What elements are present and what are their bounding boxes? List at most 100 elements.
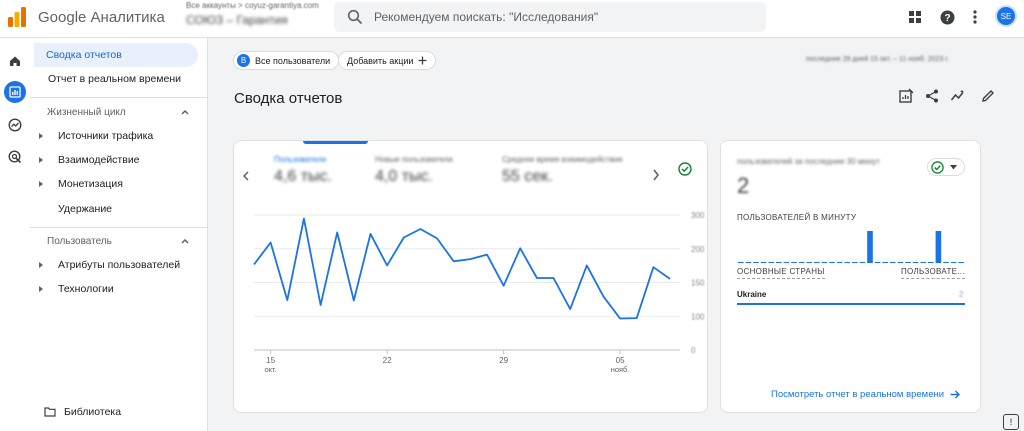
per-minute-bar (897, 262, 904, 263)
nav-item-engagement[interactable]: Взаимодействие (58, 154, 140, 166)
per-minute-bar (806, 262, 812, 263)
library-label: Библиотека (64, 406, 122, 418)
left-rail (0, 38, 30, 431)
country-name: Ukraine (737, 290, 767, 299)
users-line-chart: 300 200 150 100 0 15окт. 22 29 05нояб. (253, 211, 705, 374)
per-minute-bar (852, 262, 858, 263)
account-avatar[interactable]: SE (995, 5, 1017, 27)
x-tick-day: 05 (616, 356, 625, 365)
insights-icon[interactable] (950, 88, 966, 104)
per-minute-bar (814, 262, 820, 263)
realtime-metric-selector[interactable] (927, 158, 965, 176)
segment-label: Все пользователи (255, 55, 331, 66)
expand-arrow-icon[interactable] (39, 133, 43, 139)
per-minute-bar (836, 262, 843, 263)
per-minute-bar (776, 262, 782, 263)
nav-divider (30, 227, 208, 228)
y-tick-label: 100 (691, 312, 705, 321)
home-icon[interactable] (4, 50, 26, 72)
overview-chart-card: Пользователи 4,6 тыс. Новые пользователи… (233, 140, 708, 413)
help-icon[interactable]: ? (938, 8, 956, 26)
main-content: B Все пользователи Добавить акции послед… (208, 38, 1024, 431)
per-minute-bar (867, 231, 873, 263)
share-icon[interactable] (924, 88, 940, 104)
folder-icon (44, 407, 56, 417)
per-minute-bar (958, 262, 964, 263)
segment-chip[interactable]: B Все пользователи (233, 51, 340, 70)
nav-divider (30, 97, 208, 98)
reports-icon[interactable] (4, 81, 26, 103)
nav-item-library[interactable]: Библиотека (44, 406, 121, 418)
app-name: Google Аналитика (38, 9, 165, 26)
plus-icon (418, 56, 427, 65)
customize-report-icon[interactable] (898, 88, 914, 104)
nav-item-retention[interactable]: Удержание (58, 203, 112, 215)
feedback-icon[interactable]: ! (1003, 414, 1019, 430)
per-minute-bar (783, 262, 790, 263)
search-icon (347, 9, 363, 25)
apps-grid-icon[interactable] (906, 8, 924, 26)
series-line-users (253, 217, 671, 320)
page-title: Сводка отчетов (234, 90, 343, 107)
date-range-picker[interactable]: последние 28 дней 15 окт. – 11 нояб. 202… (806, 56, 949, 63)
nav-item-reports-snapshot[interactable]: Сводка отчетов (34, 43, 198, 67)
view-realtime-link[interactable]: Посмотреть отчет в реальном времени (771, 389, 961, 400)
advertising-icon[interactable] (4, 146, 26, 168)
nav-section-lifecycle[interactable]: Жизненный цикл (47, 107, 126, 118)
nav-item-tech[interactable]: Технологии (58, 283, 114, 295)
nav-item-realtime[interactable]: Отчет в реальном времени (36, 67, 200, 91)
per-minute-bar (950, 262, 957, 263)
col-header-countries[interactable]: ОСНОВНЫЕ СТРАНЫ (737, 267, 825, 279)
nav-item-acquisition[interactable]: Источники трафика (58, 130, 153, 142)
per-minute-bar (829, 262, 835, 263)
check-circle-icon (931, 160, 944, 174)
y-tick-label: 150 (691, 279, 705, 288)
more-vert-icon[interactable] (966, 8, 984, 26)
per-minute-bar (943, 262, 949, 263)
nav-item-user-attributes[interactable]: Атрибуты пользователей (58, 259, 180, 271)
per-minute-bar (874, 262, 881, 263)
nav-item-label: Сводка отчетов (46, 49, 122, 61)
search-bar[interactable]: Рекомендуем поискать: "Исследования" (334, 2, 766, 32)
y-tick-label: 300 (691, 211, 705, 220)
x-tick-day: 15 (266, 356, 275, 365)
nav-section-user[interactable]: Пользователь (47, 236, 112, 247)
realtime-card: пользователей за последние 30 минут 2 ПО… (720, 140, 981, 413)
add-comparison-label: Добавить акции (347, 55, 414, 66)
per-minute-bar (905, 262, 911, 263)
x-tick-day: 29 (499, 356, 508, 365)
per-minute-bar (768, 262, 774, 263)
search-placeholder: Рекомендуем поискать: "Исследования" (374, 10, 599, 24)
per-minute-bar (928, 262, 934, 263)
y-tick-label: 200 (691, 245, 705, 254)
expand-arrow-icon[interactable] (39, 181, 43, 187)
per-minute-bar (890, 262, 896, 263)
per-minute-bar (753, 262, 759, 263)
y-tick-label: 0 (691, 346, 696, 355)
report-nav: Сводка отчетов Отчет в реальном времени … (30, 38, 208, 431)
expand-arrow-icon[interactable] (39, 286, 43, 292)
nav-item-monetization[interactable]: Монетизация (58, 178, 123, 190)
x-tick-day: 22 (383, 356, 392, 365)
chevron-up-icon[interactable] (180, 236, 190, 246)
per-minute-bar (798, 262, 805, 263)
svg-text:?: ? (944, 13, 950, 24)
expand-arrow-icon[interactable] (39, 157, 43, 163)
col-header-users[interactable]: ПОЛЬЗОВАТЕ... (901, 267, 965, 279)
explore-icon[interactable] (4, 114, 26, 136)
per-minute-bar (760, 262, 767, 263)
edit-icon[interactable] (980, 88, 996, 104)
per-minute-bar (882, 262, 888, 263)
account-path[interactable]: Все аккаунты > coyuz-garantiya.com (186, 1, 319, 10)
top-bar: Google Аналитика Все аккаунты > coyuz-ga… (0, 0, 1024, 38)
add-comparison-button[interactable]: Добавить акции (338, 51, 437, 70)
per-minute-bar (821, 262, 828, 263)
arrow-right-icon (950, 390, 961, 399)
expand-arrow-icon[interactable] (39, 262, 43, 268)
property-selector[interactable]: СОЮЗ – Гарантия (186, 13, 288, 27)
view-realtime-label: Посмотреть отчет в реальном времени (771, 389, 945, 400)
segment-badge: B (237, 54, 250, 67)
analytics-logo-icon[interactable] (7, 6, 27, 28)
per-minute-bar (738, 262, 744, 263)
chevron-up-icon[interactable] (180, 107, 190, 117)
